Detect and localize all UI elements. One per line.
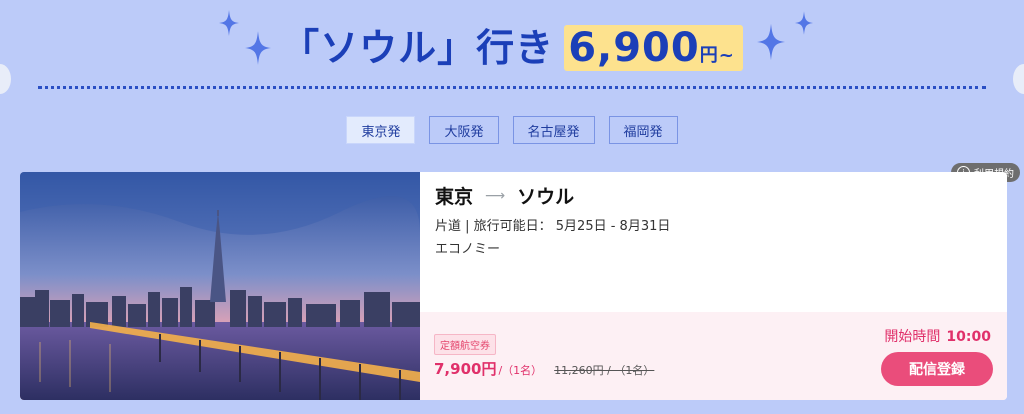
trip-details: 片道 | 旅行可能日： 5月25日 - 8月31日 [435,219,671,234]
original-price: 11,260円 / （1名） [554,364,655,377]
fare-type-badge: 定額航空券 [434,334,496,355]
arrow-right-icon: ⟶ [485,187,506,204]
register-button[interactable]: 配信登録 [881,352,993,386]
tab-osaka[interactable]: 大阪発 [429,116,499,144]
current-price: 7,900円 [434,360,497,378]
route: 東京 ⟶ ソウル [435,182,574,209]
destination-city: ソウル [517,186,575,208]
cabin-class: エコノミー [435,242,501,257]
origin-city: 東京 [435,186,474,208]
price-row: 7,900円 /（1名） 11,260円 / （1名） [434,358,654,379]
seoul-skyline-photo [20,172,420,400]
flight-card[interactable]: 東京 ⟶ ソウル 片道 | 旅行可能日： 5月25日 - 8月31日 エコノミー… [20,172,1007,400]
start-time-value: 10:00 [946,329,991,345]
tab-tokyo[interactable]: 東京発 [346,116,416,144]
headline-price-suffix: 円~ [699,44,735,66]
flight-info: 東京 ⟶ ソウル 片道 | 旅行可能日： 5月25日 - 8月31日 エコノミー [420,172,1007,312]
promo-headline: 「ソウル」行き 6,900 円~ [0,14,1024,74]
start-time-label: 開始時間 [884,329,941,345]
price-per-person: /（1名） [498,364,543,377]
headline-title: 「ソウル」行き [281,25,555,70]
tab-fukuoka[interactable]: 福岡発 [608,116,678,144]
dotted-divider [38,86,986,89]
start-time: 開始時間 10:00 [884,326,991,346]
headline-price-highlight: 6,900 円~ [564,24,743,71]
tab-nagoya[interactable]: 名古屋発 [512,116,595,144]
promo-panel: 「ソウル」行き 6,900 円~ 東京発 大阪発 名古屋発 福岡発 i 利用規約 [0,0,1024,414]
price-section: 定額航空券 7,900円 /（1名） 11,260円 / （1名） 開始時間 10… [420,312,1007,400]
headline-price: 6,900 [568,24,700,71]
departure-tabs: 東京発 大阪発 名古屋発 福岡発 [0,116,1024,144]
